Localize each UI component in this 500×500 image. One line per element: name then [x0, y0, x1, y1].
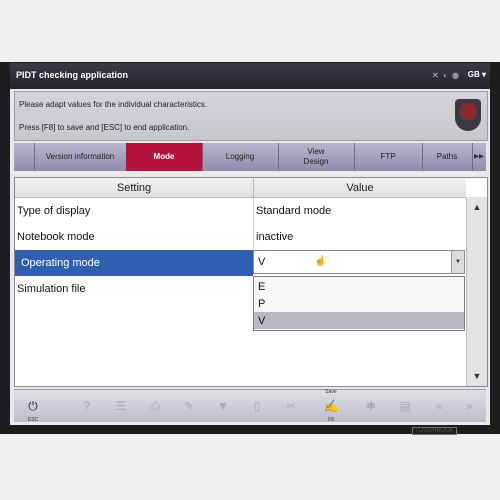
delete-button[interactable]: ▯ — [246, 396, 268, 416]
function-toolbar: ⏻ ESC ? ☰ ⎙ ✎ ▼ ▯ ✂ Save ✍ F8 ✱ ▤ « » — [14, 389, 486, 424]
settings-table: Setting Value Type of display Standard m… — [14, 177, 488, 387]
combobox-value: V — [258, 256, 266, 268]
dropdown-option-p[interactable]: P — [254, 295, 464, 312]
app-window: PIDT checking application ✕ ◐ ◉ GB ▾ Ple… — [10, 63, 490, 425]
info-panel: Please adapt values for the individual c… — [14, 91, 488, 141]
filter-icon: ▼ — [217, 399, 229, 413]
dropdown-option-e[interactable]: E — [254, 278, 464, 295]
setting-cell: Operating mode — [15, 250, 253, 276]
tools-button[interactable]: ✂ — [280, 396, 302, 416]
tab-spacer — [14, 143, 35, 171]
filter-button[interactable]: ▼ — [212, 396, 234, 416]
gear-icon: ✱ — [365, 399, 377, 413]
window-title: PIDT checking application — [16, 70, 129, 80]
power-button[interactable]: ⏻ ESC — [22, 396, 44, 424]
trash-icon: ▯ — [253, 399, 261, 413]
operating-mode-dropdown: E P V — [253, 276, 465, 331]
tab-view-design[interactable]: View Design — [278, 143, 355, 171]
device-brand-label: TOUGHBOOK — [412, 427, 457, 435]
tab-logging[interactable]: Logging — [202, 143, 279, 171]
info-message-keys: Press [F8] to save and [ESC] to end appl… — [19, 123, 190, 132]
table-row-selected[interactable]: Operating mode V ☝ ▼ — [15, 250, 465, 276]
dropdown-option-v[interactable]: V — [254, 312, 464, 329]
list-icon: ☰ — [115, 399, 127, 413]
next-button[interactable]: » — [458, 396, 480, 416]
language-selector[interactable]: GB ▾ — [468, 70, 486, 79]
info-message-adapt: Please adapt values for the individual c… — [19, 100, 208, 109]
tab-scroll-right[interactable]: ▸▸ — [472, 143, 486, 171]
tab-bar: Version information Mode Logging View De… — [14, 143, 486, 171]
previous-button[interactable]: « — [428, 396, 450, 416]
setting-cell: Type of display — [17, 205, 91, 217]
operating-mode-combobox[interactable]: V ☝ ▼ — [253, 250, 465, 274]
save-icon: ✍ — [323, 399, 339, 413]
tab-mode[interactable]: Mode — [126, 143, 203, 171]
column-header-value: Value — [253, 178, 466, 198]
double-chevron-left-icon: « — [435, 399, 443, 413]
settings-button[interactable]: ✱ — [360, 396, 382, 416]
print-button[interactable]: ⎙ — [144, 396, 166, 416]
save-caption: Save — [325, 389, 337, 395]
printer-icon: ▤ — [399, 399, 411, 413]
vertical-scrollbar[interactable]: ▲ ▼ — [466, 197, 487, 386]
setting-cell: Simulation file — [17, 283, 86, 295]
tab-view-design-line1: View — [307, 147, 325, 156]
save-key-label: F8 — [328, 417, 334, 423]
help-button[interactable]: ? — [76, 396, 98, 416]
chevron-down-icon[interactable]: ▼ — [451, 251, 464, 273]
edit-button[interactable]: ✎ — [178, 396, 200, 416]
setting-cell: Notebook mode — [17, 231, 95, 243]
tab-ftp[interactable]: FTP — [354, 143, 423, 171]
list-button[interactable]: ☰ — [110, 396, 132, 416]
pencil-icon: ✎ — [183, 399, 195, 413]
mouse-cursor-icon: ☝ — [314, 256, 327, 267]
power-key-label: ESC — [27, 417, 39, 423]
table-row[interactable]: Notebook mode inactive — [15, 224, 465, 250]
tab-paths[interactable]: Paths — [422, 143, 473, 171]
column-header-setting: Setting — [15, 178, 253, 198]
power-icon: ⏻ — [28, 398, 38, 413]
value-cell: V ☝ ▼ — [253, 250, 465, 276]
printer-button[interactable]: ▤ — [394, 396, 416, 416]
wrench-icon: ✂ — [285, 399, 297, 413]
print-icon: ⎙ — [150, 398, 160, 413]
table-row[interactable]: Type of display Standard mode — [15, 198, 465, 224]
title-bar: PIDT checking application ✕ ◐ ◉ GB ▾ — [10, 63, 490, 89]
value-cell[interactable]: Standard mode — [253, 198, 465, 224]
crest-logo — [455, 99, 481, 131]
help-icon: ? — [83, 399, 91, 413]
value-cell[interactable]: inactive — [253, 224, 465, 250]
tab-version-information[interactable]: Version information — [34, 143, 127, 171]
scroll-up-icon[interactable]: ▲ — [467, 197, 487, 217]
double-chevron-right-icon: » — [465, 399, 473, 413]
scroll-down-icon[interactable]: ▼ — [467, 366, 487, 386]
save-button[interactable]: Save ✍ F8 — [320, 389, 342, 423]
status-icons: ✕ ◐ ◉ — [432, 71, 460, 80]
tab-view-design-line2: Design — [303, 157, 329, 166]
